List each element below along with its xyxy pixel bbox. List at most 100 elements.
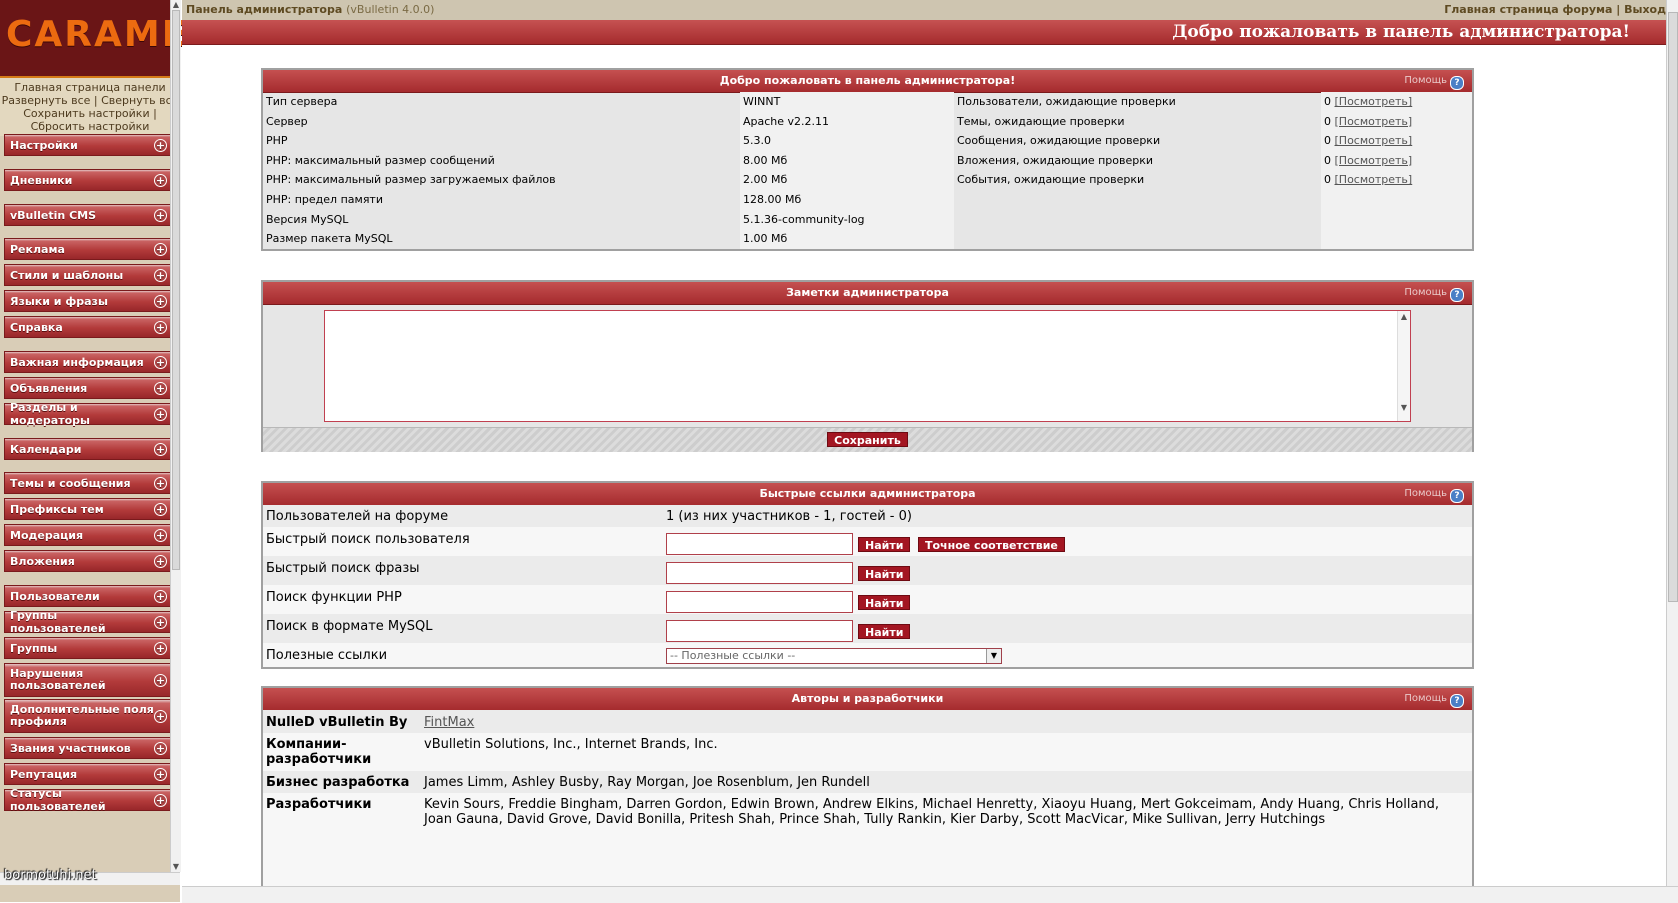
scroll-up-arrow-icon[interactable]: ▲ — [171, 0, 181, 10]
expand-plus-icon[interactable]: + — [154, 502, 167, 516]
help-link[interactable]: Помощь? — [1404, 282, 1464, 304]
help-link[interactable]: Помощь? — [1404, 483, 1464, 505]
nav-scroll-thumb[interactable] — [172, 10, 180, 570]
expand-plus-icon[interactable]: + — [154, 138, 167, 152]
scroll-down-arrow-icon[interactable]: ▼ — [1398, 403, 1410, 412]
view-link[interactable]: [Посмотреть] — [1335, 154, 1413, 167]
main-scroll-thumb[interactable] — [1668, 12, 1678, 602]
user-search-find-button[interactable]: Найти — [858, 537, 911, 552]
expand-plus-icon[interactable]: + — [154, 615, 167, 629]
nav-group-item[interactable]: Стили и шаблоны + — [4, 264, 172, 286]
expand-plus-icon[interactable]: + — [154, 173, 167, 187]
expand-plus-icon[interactable]: + — [154, 242, 167, 256]
view-link[interactable]: [Посмотреть] — [1335, 173, 1413, 186]
user-search-row: Быстрый поиск пользователя Найти Точное … — [263, 527, 1472, 556]
phrase-search-find-button[interactable]: Найти — [858, 566, 911, 581]
expand-plus-icon[interactable]: + — [154, 381, 167, 395]
exact-match-button[interactable]: Точное соответствие — [918, 537, 1065, 552]
expand-plus-icon[interactable]: + — [154, 476, 167, 490]
expand-plus-icon[interactable]: + — [154, 268, 167, 282]
system-info-row: Размер пакета MySQL 1.00 Мб — [263, 229, 1472, 249]
credits-panel: Авторы и разработчики Помощь? NulleD vBu… — [261, 686, 1474, 886]
nav-group-item[interactable]: Языки и фразы + — [4, 290, 172, 312]
expand-plus-icon[interactable]: + — [154, 641, 167, 655]
nav-link-expand-all[interactable]: Развернуть все — [2, 94, 91, 107]
nav-group-item[interactable]: Календари + — [4, 438, 172, 460]
php-search-input[interactable] — [666, 591, 853, 613]
online-users-row: Пользователей на форуме 1 (из них участн… — [263, 505, 1472, 527]
nav-link-home[interactable]: Главная страница панели — [14, 81, 165, 94]
nav-group-label: Реклама — [10, 242, 65, 256]
nav-group-item[interactable]: Темы и сообщения + — [4, 472, 172, 494]
nav-group-item[interactable]: Нарушения пользователей + — [4, 663, 172, 697]
expand-plus-icon[interactable]: + — [154, 673, 167, 687]
expand-plus-icon[interactable]: + — [154, 554, 167, 568]
nav-group-item[interactable]: Префиксы тем + — [4, 498, 172, 520]
system-info-key: Сервер — [266, 114, 308, 128]
chevron-down-icon[interactable]: ▼ — [986, 649, 1001, 663]
expand-plus-icon[interactable]: + — [154, 355, 167, 369]
expand-plus-icon[interactable]: + — [154, 767, 167, 781]
expand-plus-icon[interactable]: + — [154, 709, 167, 723]
main-horizontal-scrollbar[interactable] — [182, 886, 1678, 903]
nav-group-item[interactable]: Разделы и модераторы + — [4, 401, 172, 427]
credits-link-fintmax[interactable]: FintMax — [424, 715, 1464, 730]
expand-plus-icon[interactable]: + — [154, 320, 167, 334]
expand-plus-icon[interactable]: + — [154, 208, 167, 222]
nav-group-item[interactable]: Настройки + — [4, 134, 172, 156]
expand-plus-icon[interactable]: + — [154, 741, 167, 755]
save-notes-button[interactable]: Сохранить — [827, 432, 908, 447]
user-search-input[interactable] — [666, 533, 853, 555]
logout-link[interactable]: Выход — [1624, 3, 1666, 16]
moderation-value: 0 [Посмотреть] — [1324, 173, 1412, 186]
mysql-search-input[interactable] — [666, 620, 853, 642]
expand-plus-icon[interactable]: + — [154, 294, 167, 308]
credits-row: Компании-разработчики vBulletin Solution… — [263, 733, 1472, 771]
nav-group-item[interactable]: Дневники + — [4, 169, 172, 191]
nav-group-item[interactable]: Группы + — [4, 637, 172, 659]
help-link[interactable]: Помощь? — [1404, 688, 1464, 710]
nav-group-item[interactable]: Объявления + — [4, 377, 172, 399]
system-info-row: PHP: максимальный размер сообщений 8.00 М… — [263, 151, 1472, 171]
nav-group-item[interactable]: Важная информация + — [4, 351, 172, 373]
main-vertical-scrollbar[interactable] — [1666, 0, 1678, 886]
nav-group-item[interactable]: Пользователи + — [4, 585, 172, 607]
expand-plus-icon[interactable]: + — [154, 793, 167, 807]
scroll-up-arrow-icon[interactable]: ▲ — [1398, 312, 1410, 321]
useful-links-select[interactable]: -- Полезные ссылки -- ▼ — [666, 648, 1002, 664]
help-label: Помощь — [1404, 287, 1447, 298]
nav-group-item[interactable]: Репутация + — [4, 763, 172, 785]
view-link[interactable]: [Посмотреть] — [1335, 95, 1413, 108]
nav-link-save-settings[interactable]: Сохранить настройки — [23, 107, 149, 120]
help-icon: ? — [1450, 694, 1464, 708]
caramel-logo: CARAMEL — [0, 0, 211, 78]
nav-link-collapse-all[interactable]: Свернуть все — [101, 94, 178, 107]
expand-plus-icon[interactable]: + — [154, 442, 167, 456]
nav-group-item[interactable]: vBulletin CMS + — [4, 204, 172, 226]
view-link[interactable]: [Посмотреть] — [1335, 134, 1413, 147]
nav-group-item[interactable]: Справка + — [4, 316, 172, 338]
nav-group-item[interactable]: Дополнительные поля профиля + — [4, 699, 172, 733]
nav-group-item[interactable]: Звания участников + — [4, 737, 172, 759]
scroll-down-arrow-icon[interactable]: ▼ — [171, 862, 181, 872]
php-search-find-button[interactable]: Найти — [858, 595, 911, 610]
notes-scrollbar[interactable]: ▲ ▼ — [1397, 311, 1410, 421]
nav-link-reset-settings[interactable]: Сбросить настройки — [31, 120, 150, 133]
nav-group-item[interactable]: Группы пользователей + — [4, 609, 172, 635]
nav-group-label: Стили и шаблоны — [10, 268, 124, 282]
nav-group-item[interactable]: Статусы пользователей + — [4, 787, 172, 813]
phrase-search-input[interactable] — [666, 562, 853, 584]
expand-plus-icon[interactable]: + — [154, 589, 167, 603]
forum-home-link[interactable]: Главная страница форума — [1444, 3, 1612, 16]
admin-notes-textarea[interactable]: ▲ ▼ — [324, 310, 1411, 422]
nav-group-item[interactable]: Реклама + — [4, 238, 172, 260]
nav-vertical-scrollbar[interactable]: ▲ ▼ — [170, 0, 181, 872]
panel-title[interactable]: Панель администратора — [186, 3, 342, 16]
expand-plus-icon[interactable]: + — [154, 528, 167, 542]
view-link[interactable]: [Посмотреть] — [1335, 115, 1413, 128]
help-link[interactable]: Помощь? — [1404, 70, 1464, 92]
nav-group-item[interactable]: Вложения + — [4, 550, 172, 572]
nav-group-item[interactable]: Модерация + — [4, 524, 172, 546]
mysql-search-find-button[interactable]: Найти — [858, 624, 911, 639]
expand-plus-icon[interactable]: + — [154, 407, 167, 421]
